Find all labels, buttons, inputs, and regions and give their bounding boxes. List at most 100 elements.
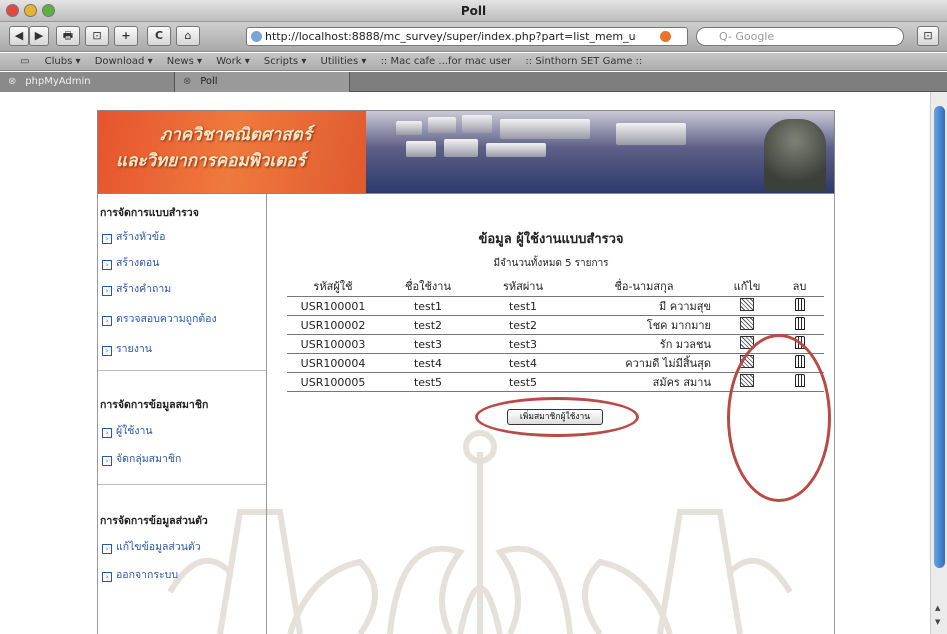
cell-password: test3 [477,334,569,354]
edit-icon[interactable] [740,317,754,330]
keyboard-key [500,119,590,139]
keyboard-key [406,141,436,157]
sidebar-item-member-groups[interactable]: › จัดกลุ่มสมาชิก [102,450,181,467]
col-header-username: ชื่อใช้งาน [405,280,451,293]
cell-edit [719,315,775,335]
trash-icon[interactable] [794,317,805,330]
close-window-button[interactable] [6,4,19,17]
sidebar-item-label: สร้างหัวข้อ [116,231,166,243]
tab-label: Poll [200,76,218,87]
sidebar-item-users[interactable]: › ผู้ใช้งาน [102,422,153,439]
cell-fullname: รัก มวลชน [569,334,719,354]
arrow-icon: › [102,456,112,466]
tab-phpmyadmin[interactable]: ⊗ phpMyAdmin [0,72,175,92]
bookmark-download[interactable]: Download ▾ [95,56,153,67]
arrow-icon: › [102,234,112,244]
close-tab-icon[interactable]: ⊗ [183,72,197,92]
table-row: USR100003 test3 test3 รัก มวลชน [287,334,824,354]
sidebar-heading-survey: การจัดการแบบสำรวจ [100,207,199,219]
arrow-icon: › [102,260,112,270]
url-text: http://localhost:8888/mc_survey/super/in… [265,30,636,43]
minimize-window-button[interactable] [24,4,37,17]
title-bar: Poll [0,0,947,22]
zoom-window-button[interactable] [42,4,55,17]
header-banner: ภาควิชาคณิตศาสตร์ และวิทยาการคอมพิวเตอร์ [97,110,835,194]
search-field[interactable]: Q- Google [696,27,904,46]
col-header-delete: ลบ [792,280,807,293]
sidebar-item-label: ผู้ใช้งาน [116,425,153,437]
bookmarks-book-icon[interactable]: ▭ [20,56,29,67]
arrow-icon: › [102,346,112,356]
cell-id: USR100001 [287,296,379,316]
scroll-down-arrow-icon[interactable]: ▼ [935,618,940,626]
page-title: ข้อมูล ผู้ใช้งานแบบสำรวจ [478,232,624,247]
col-header-fullname: ชื่อ-นามสกุล [614,280,674,293]
vertical-scrollbar[interactable]: ▲ ▼ [930,92,947,634]
bookmark-scripts[interactable]: Scripts ▾ [264,56,306,67]
scroll-up-arrow-icon[interactable]: ▲ [935,604,940,612]
sidebar-item-edit-profile[interactable]: › แก้ไขข้อมูลส่วนตัว [102,538,201,555]
trash-icon[interactable] [794,298,805,311]
bookmark-mac-cafe[interactable]: :: Mac cafe ...for mac user [381,56,512,67]
back-button[interactable]: ◀ [9,26,29,46]
cell-username: test4 [379,353,477,373]
sidebar-item-report[interactable]: › รายงาน [102,340,152,357]
keyboard-key [462,115,492,133]
sidebar-item-create-section[interactable]: › สร้างตอน [102,254,159,271]
banner-image [366,111,834,193]
bookmarks-bar: ▭ Clubs ▾ Download ▾ News ▾ Work ▾ Scrip… [0,53,947,71]
sidebar-item-label: แก้ไขข้อมูลส่วนตัว [116,541,201,553]
bookmarks-menu-button[interactable]: ⊡ [917,26,939,46]
cell-fullname: โชค มากมาย [569,315,719,335]
sidebar-item-label: ตรวจสอบความถูกต้อง [116,313,217,325]
keyboard-key [428,117,456,133]
banner-line-1: ภาควิชาคณิตศาสตร์ [160,125,312,145]
bookmark-utilities[interactable]: Utilities ▾ [321,56,367,67]
arrow-icon: › [102,544,112,554]
reload-button[interactable]: C [147,26,171,46]
cell-username: test1 [379,296,477,316]
col-header-password: รหัสผ่าน [502,280,543,293]
bookmark-news[interactable]: News ▾ [167,56,202,67]
sidebar-item-create-question[interactable]: › สร้างคำถาม [102,280,171,297]
arrow-icon: › [102,316,112,326]
edit-icon[interactable] [740,298,754,311]
bookmark-clubs[interactable]: Clubs ▾ [45,56,81,67]
sidebar: การจัดการแบบสำรวจ › สร้างหัวข้อ › สร้างตอน… [97,194,267,634]
close-tab-icon[interactable]: ⊗ [8,72,22,92]
cell-edit [719,296,775,316]
bookmark-work[interactable]: Work ▾ [216,56,250,67]
add-bookmark-button[interactable]: + [114,26,138,46]
forward-button[interactable]: ▶ [29,26,49,46]
sidebar-divider [98,484,266,485]
sidebar-item-logout[interactable]: › ออกจากระบบ [102,566,178,583]
home-button[interactable]: ⌂ [176,26,200,46]
cell-id: USR100003 [287,334,379,354]
print-button[interactable]: 🖶 [56,26,80,46]
cell-password: test1 [477,296,569,316]
readers-button[interactable]: ⊡ [85,26,109,46]
sidebar-item-create-topic[interactable]: › สร้างหัวข้อ [102,228,165,245]
sidebar-heading-members: การจัดการข้อมูลสมาชิก [100,399,209,411]
scroll-thumb[interactable] [934,106,945,568]
address-bar[interactable]: http://localhost:8888/mc_survey/super/in… [246,27,688,46]
browser-toolbar: ◀ ▶ 🖶 ⊡ + C ⌂ http://localhost:8888/mc_s… [0,22,947,52]
col-header-edit: แก้ไข [733,280,761,293]
rss-icon[interactable] [660,31,671,42]
tab-poll[interactable]: ⊗ Poll [175,72,350,92]
arrow-icon: › [102,428,112,438]
record-count: มีจำนวนทั้งหมด 5 รายการ [493,258,609,269]
web-page: ภาควิชาคณิตศาสตร์ และวิทยาการคอมพิวเตอร์… [0,92,930,634]
statue-image [764,119,826,191]
sidebar-item-label: ออกจากระบบ [116,569,178,581]
bookmark-sinthorn[interactable]: :: Sinthorn SET Game :: [525,56,642,67]
banner-title-area: ภาควิชาคณิตศาสตร์ และวิทยาการคอมพิวเตอร์ [98,111,366,193]
sidebar-item-label: จัดกลุ่มสมาชิก [116,453,182,465]
keyboard-key [444,139,478,157]
sidebar-item-label: สร้างคำถาม [116,283,172,295]
sidebar-item-verify[interactable]: › ตรวจสอบความถูกต้อง [102,310,217,327]
cell-username: test2 [379,315,477,335]
cell-password: test4 [477,353,569,373]
cell-id: USR100005 [287,372,379,392]
table-row: USR100001 test1 test1 มี ความสุข [287,296,824,316]
